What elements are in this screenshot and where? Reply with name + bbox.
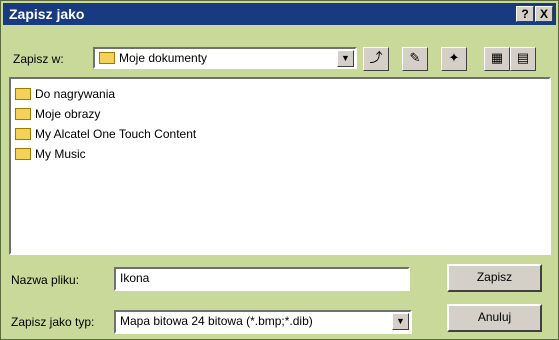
help-button[interactable]: ? (516, 6, 534, 22)
desktop-button[interactable]: ✎ (402, 47, 428, 71)
save-in-value: Moje dokumenty (99, 51, 207, 65)
folder-icon (15, 87, 31, 100)
save-in-label: Zapisz w: (13, 52, 64, 66)
filename-input[interactable]: Ikona (114, 267, 410, 291)
details-view-button[interactable]: ▤ (510, 47, 536, 71)
save-in-combo[interactable]: Moje dokumenty ▼ (93, 47, 357, 69)
filename-value: Ikona (120, 271, 150, 285)
folder-icon (15, 107, 31, 120)
list-item-label: My Alcatel One Touch Content (35, 127, 197, 141)
filetype-select[interactable]: Mapa bitowa 24 bitowa (*.bmp;*.dib) ▼ (114, 310, 412, 334)
list-item[interactable]: My Alcatel One Touch Content (15, 127, 196, 145)
up-folder-icon: ⤴ (369, 50, 383, 65)
list-view-icon: ▦ (490, 50, 504, 65)
list-item[interactable]: My Music (15, 147, 86, 165)
filename-label: Nazwa pliku: (11, 273, 80, 287)
file-list[interactable]: Do nagrywania Moje obrazy My Alcatel One… (9, 77, 551, 255)
title-bar: Zapisz jako ? X (3, 3, 556, 25)
save-button-label: Zapisz (476, 270, 513, 284)
list-view-button[interactable]: ▦ (484, 47, 510, 71)
save-as-dialog: Zapisz jako ? X Zapisz w: Moje dokumenty… (0, 0, 559, 340)
chevron-down-icon[interactable]: ▼ (392, 313, 409, 330)
chevron-down-icon[interactable]: ▼ (337, 50, 354, 67)
new-folder-button[interactable]: ✦ (441, 47, 467, 71)
details-view-icon: ▤ (516, 50, 530, 65)
list-item-label: Do nagrywania (35, 87, 116, 101)
save-button[interactable]: Zapisz (447, 264, 542, 292)
folder-icon (15, 127, 31, 140)
list-item[interactable]: Moje obrazy (15, 107, 100, 125)
folder-icon (15, 147, 31, 160)
list-item[interactable]: Do nagrywania (15, 87, 115, 105)
up-folder-button[interactable]: ⤴ (363, 47, 389, 71)
new-folder-icon: ✦ (448, 50, 460, 65)
list-item-label: Moje obrazy (35, 107, 101, 121)
filetype-value: Mapa bitowa 24 bitowa (*.bmp;*.dib) (120, 314, 313, 328)
dialog-title: Zapisz jako (9, 6, 85, 22)
folder-icon (99, 51, 115, 64)
filetype-label: Zapisz jako typ: (11, 315, 95, 329)
list-item-label: My Music (35, 147, 86, 161)
save-in-text: Moje dokumenty (119, 51, 208, 65)
desktop-icon: ✎ (409, 50, 421, 65)
cancel-button-label: Anuluj (477, 310, 512, 324)
close-button[interactable]: X (535, 6, 553, 22)
cancel-button[interactable]: Anuluj (447, 304, 542, 332)
